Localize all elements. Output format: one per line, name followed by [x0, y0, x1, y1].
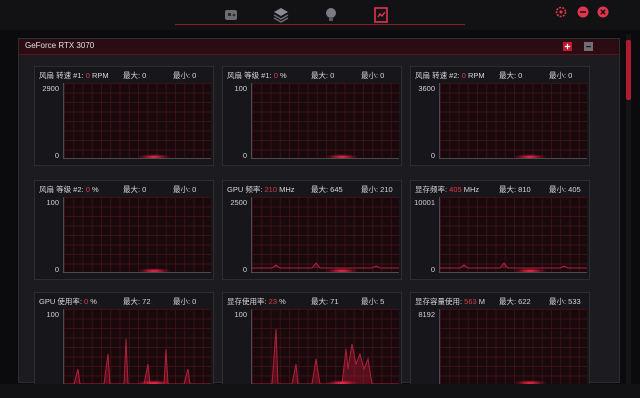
metric-card: 风扇 转速 #2: 0 RPM 最大: 0 最小: 0 3600 0 [410, 66, 590, 166]
metric-graph [439, 309, 587, 385]
metric-label: GPU 频率: 210 MHz [227, 185, 295, 194]
scrollbar[interactable] [626, 34, 631, 384]
graph-trace [64, 197, 211, 273]
metric-min: 最小: 533 [549, 297, 581, 306]
y-axis-min: 0 [54, 151, 59, 160]
top-nav [216, 4, 396, 26]
graph-glow [137, 154, 171, 158]
minimize-icon [577, 6, 589, 18]
graph-trace [64, 83, 211, 159]
metric-label: 显存容量使用: 563 M [415, 297, 486, 306]
y-axis-max: 8192 [418, 310, 435, 319]
metric-max: 最大: 72 [123, 297, 151, 306]
gear-icon [555, 6, 567, 18]
graph-trace [440, 262, 587, 269]
metric-label: 风扇 等级 #2: 0 % [39, 185, 99, 194]
graph-trace [440, 83, 587, 159]
graph-glow [325, 268, 359, 272]
close-button[interactable] [597, 6, 609, 18]
y-axis-min: 0 [242, 265, 247, 274]
graph-trace [252, 328, 399, 384]
panel-header: GeForce RTX 3070 [19, 39, 619, 55]
metric-label: 显存频率: 405 MHz [415, 185, 480, 194]
metric-card: 风扇 等级 #2: 0 % 最大: 0 最小: 0 100 0 [34, 180, 214, 280]
y-axis-min: 0 [430, 265, 435, 274]
metric-label: GPU 使用率: 0 % [39, 297, 97, 306]
metric-card: GPU 频率: 210 MHz 最大: 645 最小: 210 2500 0 [222, 180, 402, 280]
graph-glow [137, 268, 171, 272]
y-axis-min: 0 [430, 151, 435, 160]
metric-min: 最小: 0 [173, 185, 197, 194]
metric-min: 最小: 0 [173, 297, 197, 306]
metric-max: 最大: 71 [311, 297, 339, 306]
metric-max: 最大: 0 [499, 71, 523, 80]
monitor-icon [374, 7, 388, 23]
y-axis-max: 100 [46, 310, 59, 319]
metric-max: 最大: 0 [123, 185, 147, 194]
metric-card: 风扇 等级 #1: 0 % 最大: 0 最小: 0 100 0 [222, 66, 402, 166]
add-icon[interactable] [563, 42, 572, 51]
y-axis-max: 100 [234, 84, 247, 93]
metric-max: 最大: 0 [311, 71, 335, 80]
metric-label: 风扇 转速 #2: 0 RPM [415, 71, 485, 80]
graph-glow [513, 154, 547, 158]
metric-card: GPU 使用率: 0 % 最大: 72 最小: 0 100 [34, 292, 214, 392]
scroll-thumb[interactable] [626, 40, 631, 100]
metric-graph [63, 197, 211, 273]
title-accent-line [175, 24, 465, 25]
gamepad-icon [225, 10, 237, 20]
collapse-icon[interactable] [584, 42, 593, 51]
metric-min: 最小: 0 [361, 71, 385, 80]
graph-trace [440, 309, 587, 385]
y-axis-max: 2500 [230, 198, 247, 207]
bulb-icon [326, 8, 336, 21]
metric-label: 风扇 等级 #1: 0 % [227, 71, 287, 80]
metric-min: 最小: 5 [361, 297, 385, 306]
close-icon [597, 6, 609, 18]
y-axis-max: 100 [234, 310, 247, 319]
metric-card: 显存频率: 405 MHz 最大: 810 最小: 405 10001 0 [410, 180, 590, 280]
metric-min: 最小: 405 [549, 185, 581, 194]
panel-title: GeForce RTX 3070 [25, 41, 95, 50]
metric-graph [251, 309, 399, 385]
title-bar [0, 0, 640, 30]
graph-glow [513, 268, 547, 272]
metric-graph [251, 83, 399, 159]
metric-max: 最大: 645 [311, 185, 343, 194]
metric-graph [439, 83, 587, 159]
y-axis-min: 0 [242, 151, 247, 160]
y-axis-max: 2900 [42, 84, 59, 93]
layers-icon [273, 8, 289, 23]
minimize-button[interactable] [577, 6, 589, 18]
y-axis-max: 10001 [414, 198, 435, 207]
status-bar [0, 384, 640, 398]
graph-trace [252, 83, 399, 159]
graph-glow [325, 154, 359, 158]
metric-graph [439, 197, 587, 273]
tab-layers[interactable] [270, 4, 292, 26]
metric-min: 最小: 0 [549, 71, 573, 80]
y-axis-min: 0 [54, 265, 59, 274]
tab-monitor[interactable] [370, 4, 392, 26]
y-axis-max: 3600 [418, 84, 435, 93]
y-axis-max: 100 [46, 198, 59, 207]
metric-card: 显存使用率: 23 % 最大: 71 最小: 5 100 [222, 292, 402, 392]
metric-card: 风扇 转速 #1: 0 RPM 最大: 0 最小: 0 2900 0 [34, 66, 214, 166]
metric-max: 最大: 622 [499, 297, 531, 306]
graph-trace [252, 262, 399, 269]
metric-min: 最小: 210 [361, 185, 393, 194]
metric-max: 最大: 0 [123, 71, 147, 80]
metric-card: 显存容量使用: 563 M 最大: 622 最小: 533 8192 [410, 292, 590, 392]
tab-dashboard[interactable] [220, 4, 242, 26]
graph-trace [64, 338, 211, 384]
metric-min: 最小: 0 [173, 71, 197, 80]
metric-max: 最大: 810 [499, 185, 531, 194]
metric-label: 显存使用率: 23 % [227, 297, 286, 306]
metric-label: 风扇 转速 #1: 0 RPM [39, 71, 109, 80]
metric-graph [251, 197, 399, 273]
settings-button[interactable] [555, 6, 567, 18]
metric-graph [63, 309, 211, 385]
tab-lighting[interactable] [320, 4, 342, 26]
metric-graph [63, 83, 211, 159]
